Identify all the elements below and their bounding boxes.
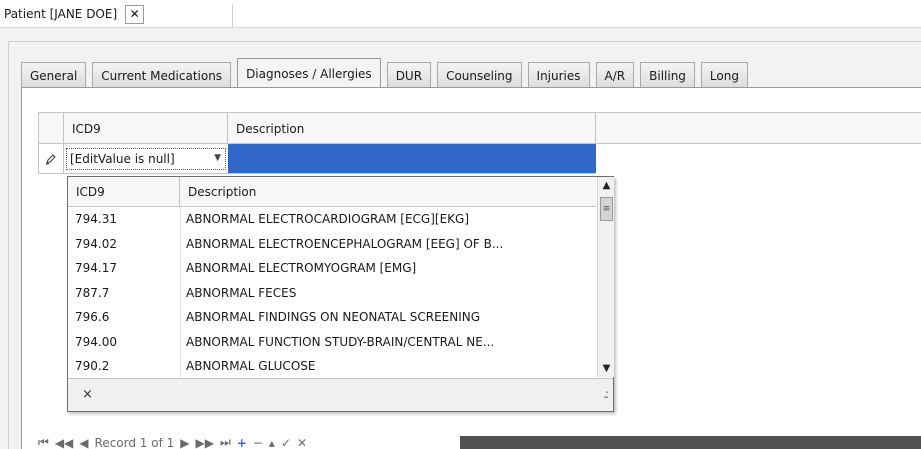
diagnosis-description: ABNORMAL FUNCTION STUDY-BRAIN/CENTRAL NE… — [186, 334, 495, 349]
delete-record-icon[interactable]: − — [253, 438, 263, 449]
popup-list: 794.31 ABNORMAL ELECTROCARDIOGRAM [ECG][E… — [68, 207, 596, 379]
popup-column-header-icd9[interactable]: ICD9 — [68, 177, 180, 206]
icd9-code: 794.17 — [75, 261, 117, 275]
tab-label: General — [30, 68, 78, 83]
document-tab-title: Patient [JANE DOE] — [4, 7, 118, 21]
column-header-label: Description — [236, 121, 305, 136]
icd9-code: 794.31 — [75, 212, 117, 226]
tab-dur[interactable]: DUR — [386, 62, 432, 88]
document-tab[interactable]: Patient [JANE DOE] ✕ — [0, 0, 145, 28]
tab-label: Billing — [649, 68, 686, 83]
divider — [232, 4, 233, 28]
diagnosis-description: ABNORMAL FECES — [186, 285, 297, 300]
list-item[interactable]: 794.02 ABNORMAL ELECTROENCEPHALOGRAM [EEG… — [68, 232, 596, 257]
status-strip — [460, 436, 921, 449]
tab-bar: General Current Medications Diagnoses / … — [21, 58, 754, 88]
scroll-down-icon[interactable]: ▼ — [598, 360, 615, 377]
popup-footer: × .: — [68, 378, 613, 411]
column-header-label: ICD9 — [76, 184, 105, 199]
next-record-icon[interactable]: ▶ — [180, 438, 189, 449]
list-item[interactable]: 787.7 ABNORMAL FECES — [68, 281, 596, 306]
tab-label: Diagnoses / Allergies — [246, 66, 372, 81]
scroll-thumb[interactable]: ≡ — [600, 197, 613, 221]
row-indicator-header — [39, 113, 64, 144]
list-item[interactable]: 796.6 ABNORMAL FINDINGS ON NEONATAL SCREE… — [68, 305, 596, 330]
close-icon[interactable]: ✕ — [125, 4, 145, 24]
table-row[interactable]: [EditValue is null] ▼ — [38, 144, 596, 174]
record-position-label: Record 1 of 1 — [94, 438, 175, 449]
column-header-label: ICD9 — [72, 121, 101, 136]
column-header-label: Description — [188, 184, 257, 199]
previous-record-icon[interactable]: ◀ — [79, 438, 88, 449]
tab-current-medications[interactable]: Current Medications — [92, 62, 232, 88]
tab-label: Long — [709, 68, 739, 83]
vertical-scrollbar[interactable]: ▲ ≡ ▼ — [597, 177, 614, 377]
column-header-icd9[interactable]: ICD9 — [64, 113, 228, 144]
popup-header: ICD9 Description — [68, 177, 596, 207]
icd9-code: 787.7 — [75, 285, 110, 300]
tab-label: DUR — [395, 68, 423, 83]
tab-label: Injuries — [536, 68, 581, 83]
scroll-up-icon[interactable]: ▲ — [598, 177, 615, 194]
pencil-icon — [39, 144, 64, 173]
icd9-code: 790.2 — [75, 359, 110, 373]
diagnosis-description: ABNORMAL ELECTROCARDIOGRAM [ECG][EKG] — [186, 212, 470, 226]
next-page-icon[interactable]: ▶▶ — [196, 438, 214, 449]
edit-record-icon[interactable]: ▴ — [269, 438, 275, 449]
icd9-lookup-popup: ICD9 Description 794.31 ABNORMAL ELECTROC… — [67, 176, 614, 412]
document-tabstrip: Patient [JANE DOE] ✕ — [0, 0, 921, 28]
icd9-code: 794.00 — [75, 334, 117, 349]
tab-general[interactable]: General — [21, 62, 87, 88]
tab-label: Current Medications — [101, 68, 223, 83]
icd9-code: 794.02 — [75, 236, 117, 251]
add-record-icon[interactable]: + — [237, 438, 247, 449]
tab-label: A/R — [604, 68, 626, 83]
save-record-icon[interactable]: ✓ — [281, 438, 291, 449]
icd9-lookup-editor[interactable]: [EditValue is null] ▼ — [66, 148, 226, 170]
diagnosis-description: ABNORMAL GLUCOSE — [186, 359, 316, 373]
diagnosis-description: ABNORMAL FINDINGS ON NEONATAL SCREENING — [186, 310, 481, 324]
last-record-icon[interactable]: ⏭ — [220, 438, 231, 449]
tab-label: Counseling — [446, 68, 513, 83]
tab-ar[interactable]: A/R — [595, 62, 635, 88]
icd9-code: 796.6 — [75, 310, 110, 324]
edit-value-text: [EditValue is null] — [70, 152, 175, 166]
tab-diagnoses-allergies[interactable]: Diagnoses / Allergies — [237, 58, 381, 88]
description-cell[interactable] — [228, 144, 596, 173]
column-header-description[interactable]: Description — [228, 113, 596, 144]
list-item[interactable]: 794.00 ABNORMAL FUNCTION STUDY-BRAIN/CENT… — [68, 330, 596, 355]
resize-grip-icon[interactable]: .: — [603, 387, 609, 401]
diagnosis-description: ABNORMAL ELECTROENCEPHALOGRAM [EEG] OF B… — [186, 236, 504, 251]
tab-billing[interactable]: Billing — [640, 62, 695, 88]
tab-injuries[interactable]: Injuries — [527, 62, 590, 88]
tab-counseling[interactable]: Counseling — [437, 62, 522, 88]
record-navigator: ⏮ ◀◀ ◀ Record 1 of 1 ▶ ▶▶ ⏭ + − ▴ ✓ ✕ — [38, 438, 478, 449]
list-item[interactable]: 790.2 ABNORMAL GLUCOSE — [68, 354, 596, 379]
tab-long[interactable]: Long — [700, 62, 748, 88]
list-item[interactable]: 794.17 ABNORMAL ELECTROMYOGRAM [EMG] — [68, 256, 596, 281]
chevron-down-icon[interactable]: ▼ — [214, 153, 221, 163]
popup-column-header-description[interactable]: Description — [180, 177, 596, 206]
diagnosis-description: ABNORMAL ELECTROMYOGRAM [EMG] — [186, 261, 417, 275]
close-icon[interactable]: × — [82, 387, 93, 402]
grid-header: ICD9 Description — [38, 112, 921, 144]
list-item[interactable]: 794.31 ABNORMAL ELECTROCARDIOGRAM [ECG][E… — [68, 207, 596, 232]
cancel-edit-icon[interactable]: ✕ — [297, 438, 307, 449]
first-record-icon[interactable]: ⏮ — [38, 438, 49, 449]
previous-page-icon[interactable]: ◀◀ — [55, 438, 73, 449]
